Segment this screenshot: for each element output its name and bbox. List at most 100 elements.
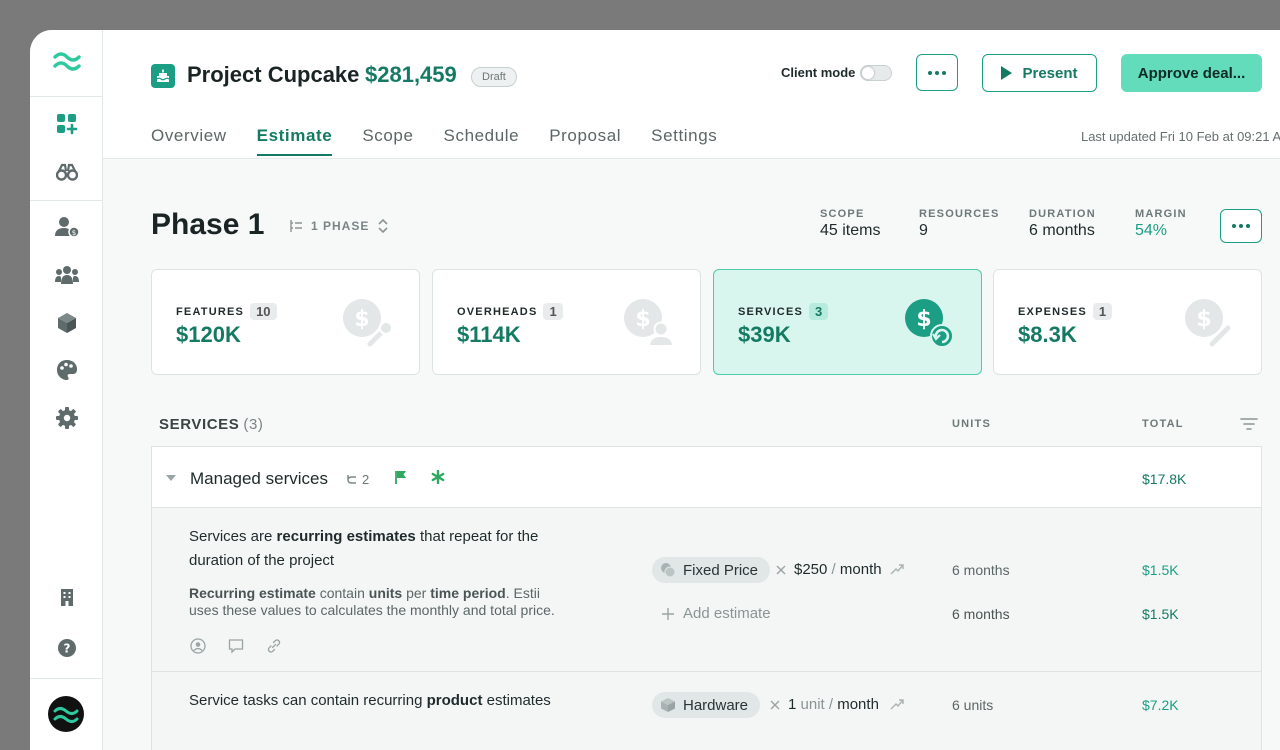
present-button[interactable]: Present [982,54,1097,92]
group-row-managed-services[interactable]: Managed services 2 $17.8K [151,446,1262,508]
filter-icon[interactable] [1240,417,1258,431]
caret-down-icon[interactable] [166,475,176,482]
sidebar-item-theme[interactable] [30,350,103,390]
stat-value: 6 months [1029,222,1095,239]
building-icon [60,589,73,606]
project-amount: $281,459 [365,62,457,87]
client-mode-toggle[interactable] [860,65,892,81]
close-icon[interactable] [770,700,780,710]
sidebar-item-products[interactable] [30,303,103,343]
service-row-2: Service tasks can contain recurring prod… [151,671,1262,750]
col-total-header[interactable]: TOTAL [1142,418,1184,430]
tab-settings[interactable]: Settings [651,126,717,156]
sidebar: $ ? [30,30,103,750]
qty-value[interactable]: 1 unit / month [788,696,879,713]
card-amount: $114K [457,322,521,347]
card-count: 10 [250,303,277,320]
flag-icon[interactable] [395,470,407,484]
approve-deal-button[interactable]: Approve deal... [1121,54,1262,92]
tab-overview[interactable]: Overview [151,126,227,156]
card-overheads[interactable]: OVERHEADS 1 $114K $ [432,269,701,375]
group-links[interactable]: 2 [346,472,369,487]
card-amount: $39K [738,322,791,347]
logo[interactable] [30,30,103,97]
stat-label: SCOPE [820,208,865,220]
row-actions [190,638,282,654]
svg-text:?: ? [63,642,70,656]
svg-text:$: $ [71,229,75,237]
sidebar-item-team[interactable] [30,255,103,295]
phase-title[interactable]: Phase 1 [151,208,264,242]
sidebar-item-explore[interactable] [30,152,103,192]
tab-proposal[interactable]: Proposal [549,126,621,156]
col-units-header[interactable]: UNITS [952,418,991,430]
sidebar-item-rates[interactable]: $ [30,207,103,247]
tab-schedule[interactable]: Schedule [444,126,520,156]
phase-selector[interactable]: 1 PHASE [289,218,389,234]
row-total: $7.2K [1142,697,1179,713]
list-tree-icon [290,220,302,232]
table-count: (3) [243,416,264,433]
rate-value[interactable]: $250 / month [794,561,882,578]
gear-icon [55,407,78,429]
stat-value: 45 items [820,222,881,239]
sidebar-item-settings[interactable] [30,398,103,438]
estimate-type-chip[interactable]: Hardware [652,692,761,718]
tab-scope[interactable]: Scope [362,126,413,156]
stat-label: MARGIN [1135,208,1187,220]
group-link-count: 2 [362,472,370,487]
card-amount: $120K [176,322,241,347]
dollar-person-icon: $ [624,299,675,347]
card-count: 1 [1092,303,1113,320]
card-count: 3 [809,303,829,320]
present-label: Present [1022,64,1078,82]
sidebar-item-organisation[interactable] [30,577,103,617]
row-description: Service tasks can contain recurring prod… [189,692,551,709]
row-total-sum: $1.5K [1142,606,1179,622]
plus-icon [662,607,674,620]
svg-text:$: $ [354,307,369,332]
card-services[interactable]: SERVICES 3 $39K $ [713,269,982,375]
more-dots-icon [1232,224,1250,228]
stat-label: DURATION [1029,208,1096,220]
card-expenses[interactable]: EXPENSES 1 $8.3K $ [993,269,1262,375]
group-name[interactable]: Managed services [190,469,328,489]
add-estimate-button[interactable]: Add estimate [661,605,771,622]
group-total: $17.8K [1142,471,1187,487]
table-title-text: SERVICES [159,416,240,433]
close-icon[interactable] [776,565,786,575]
add-estimate-label: Add estimate [683,605,771,622]
services-table-title: SERVICES (3) [159,416,264,433]
link-icon[interactable] [266,638,282,654]
stat-duration: DURATION 6 months [1029,208,1096,240]
estimate-type-chip[interactable]: Fixed Price [652,557,771,583]
comment-icon[interactable] [228,638,244,654]
more-options-button[interactable] [916,54,958,91]
avatar[interactable] [48,696,84,732]
status-badge: Draft [471,67,517,87]
sidebar-item-dashboard[interactable] [30,104,103,144]
row-units-total: 6 months [952,606,1010,622]
phase-more-button[interactable] [1220,209,1262,243]
card-features[interactable]: FEATURES 10 $120K $ [151,269,420,375]
group-icon [54,266,79,284]
row-units: 6 units [952,697,994,713]
grid-plus-icon [56,114,77,135]
app-window: $ ? Project Cupcake $281,459 Draft Clien… [30,30,1280,750]
project-title[interactable]: Project Cupcake [187,62,359,88]
row-description: Services are recurring estimates that re… [189,528,539,569]
asterisk-icon[interactable] [431,470,445,484]
assign-user-icon[interactable] [190,638,206,654]
card-label: SERVICES [738,305,804,318]
binoculars-icon [55,163,78,181]
cube-icon [661,698,675,712]
chip-label: Fixed Price [683,561,759,579]
trend-icon[interactable] [890,563,904,575]
dollar-recurring-icon: $ [905,299,954,348]
tab-estimate[interactable]: Estimate [256,126,333,156]
service-row-1: Services are recurring estimates that re… [151,507,1262,672]
trend-icon[interactable] [890,698,904,710]
sidebar-item-help[interactable]: ? [30,628,103,668]
coins-icon [661,563,676,578]
row-total: $1.5K [1142,562,1179,578]
